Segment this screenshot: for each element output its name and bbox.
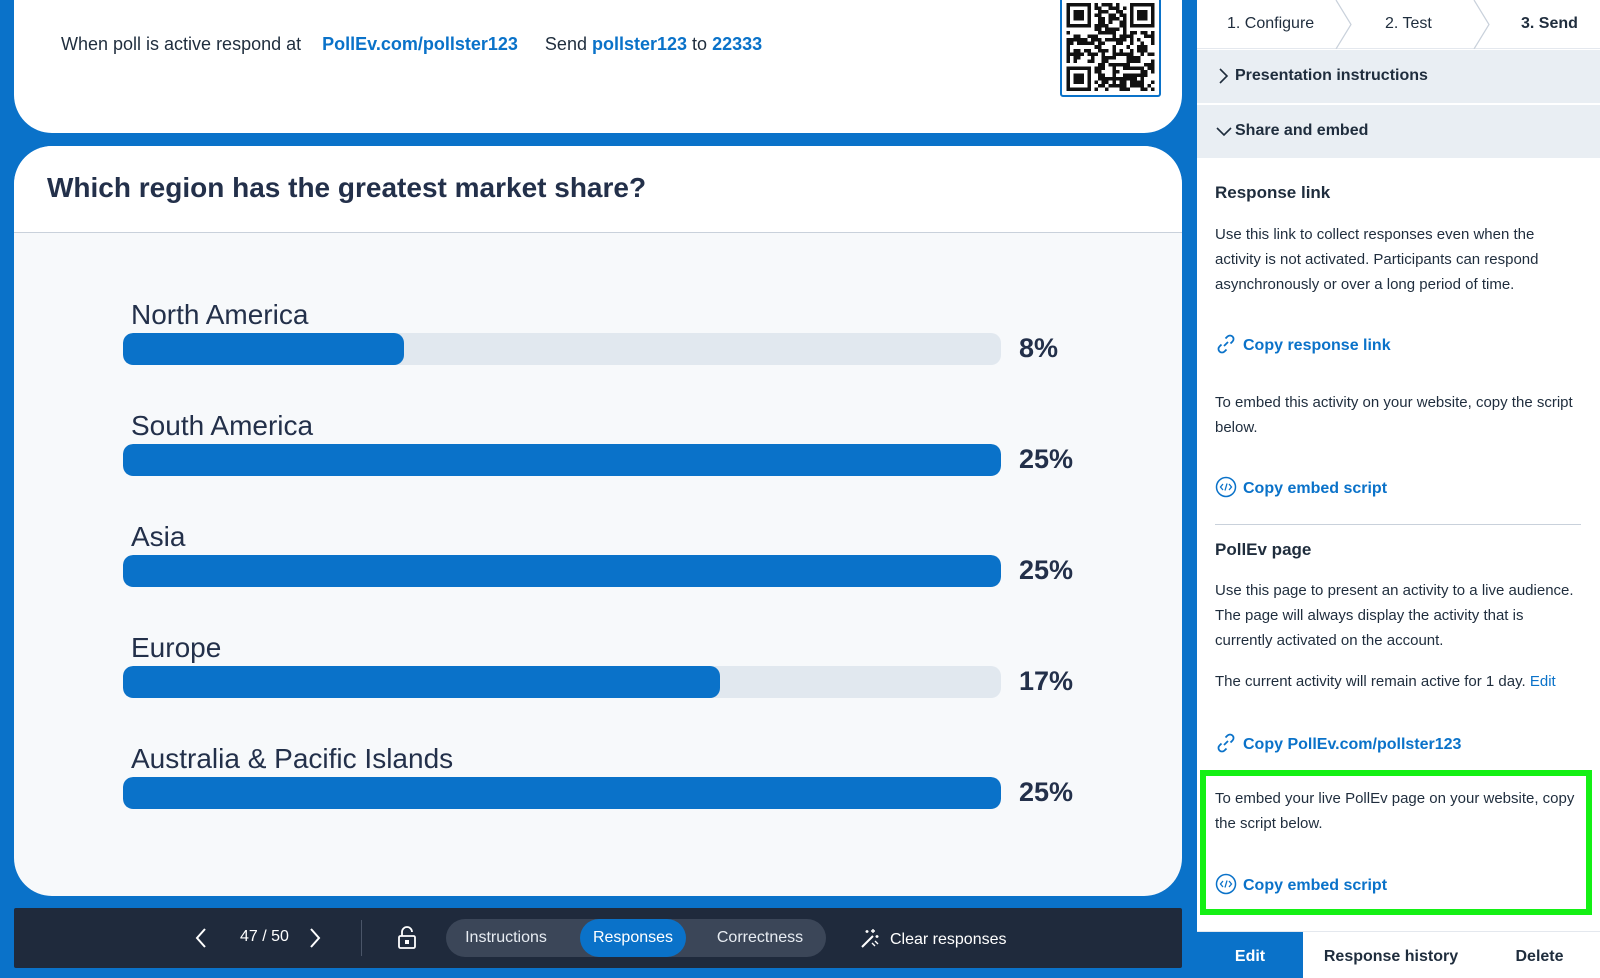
bar-fill: [123, 777, 1001, 809]
lock-icon: [398, 926, 416, 949]
join-prefix: When poll is active respond at: [61, 34, 302, 54]
copy-pollev-url-label: Copy PollEv.com/pollster123: [1243, 736, 1462, 753]
tab-instructions[interactable]: Instructions: [446, 919, 566, 957]
bar-value-label: 25%: [1019, 444, 1074, 474]
response-link-heading: Response link: [1215, 183, 1331, 202]
copy-response-link-button[interactable]: Copy response link: [1215, 333, 1391, 355]
bar-label: South America: [131, 410, 314, 441]
bar-value-label: 25%: [1019, 777, 1074, 807]
bar-track: [123, 444, 1001, 476]
tab-responses[interactable]: Responses: [580, 919, 686, 957]
bar-fill: [123, 555, 1001, 587]
copy-activity-embed-button[interactable]: Copy embed script: [1215, 476, 1387, 498]
edit-duration-link[interactable]: Edit: [1530, 673, 1556, 690]
question-card: Which region has the greatest market sha…: [14, 146, 1182, 896]
join-instructions: When poll is active respond at PollEv.co…: [61, 34, 762, 55]
bar-track: [123, 777, 1001, 809]
presentation-stage: When poll is active respond at PollEv.co…: [0, 0, 1197, 978]
presentation-instructions-label: Presentation instructions: [1235, 67, 1428, 84]
bar-row: South America 25%: [123, 410, 1083, 510]
pollev-page-description: Use this page to present an activity to …: [1215, 582, 1574, 649]
link-icon: [1217, 334, 1235, 354]
link-icon: [1217, 733, 1235, 753]
magic-wand-icon: [861, 929, 879, 948]
view-mode-segment: Instructions Responses Correctness: [446, 919, 826, 957]
bar-value-label: 25%: [1019, 555, 1074, 585]
bar-track: [123, 333, 1001, 365]
join-url: PollEv.com/pollster123: [322, 34, 518, 54]
join-instructions-card: When poll is active respond at PollEv.co…: [14, 0, 1182, 133]
bar-fill: [123, 444, 1001, 476]
presenter-toolbar: 47 / 50 Instructions Responses Correctne…: [14, 908, 1182, 968]
chevron-left-icon: [195, 928, 206, 948]
bar-label: Australia & Pacific Islands: [131, 743, 454, 774]
lock-button[interactable]: [392, 923, 422, 953]
embed-pollev-description: To embed your live PollEv page on your w…: [1215, 790, 1575, 832]
copy-pollev-embed-label: Copy embed script: [1243, 877, 1388, 894]
bar-track: [123, 555, 1001, 587]
clear-responses-button[interactable]: Clear responses: [858, 927, 1007, 949]
bar-row: North America 8%: [123, 299, 1083, 399]
step-test[interactable]: 2. Test: [1385, 15, 1432, 33]
activity-actions-bar: Edit Response history Delete: [1197, 931, 1600, 978]
bar-track: [123, 666, 1001, 698]
bar-label: Europe: [131, 632, 222, 663]
next-activity-button[interactable]: [300, 924, 328, 952]
code-icon: [1215, 873, 1237, 895]
share-and-embed-accordion[interactable]: Share and embed: [1197, 105, 1600, 159]
bar-label: North America: [131, 299, 309, 330]
embed-activity-description: To embed this activity on your website, …: [1215, 394, 1573, 436]
chevron-down-icon: [1216, 127, 1232, 137]
bar-row: Australia & Pacific Islands 25%: [123, 743, 1083, 843]
bar-value-label: 17%: [1019, 666, 1074, 696]
response-link-description: Use this link to collect responses even …: [1215, 226, 1539, 293]
pollev-page-heading: PollEv page: [1215, 540, 1312, 559]
join-number: 22333: [712, 34, 763, 54]
bar-fill: [123, 666, 721, 698]
join-send-word: Send: [544, 34, 587, 54]
bar-row: Europe 17%: [123, 632, 1083, 732]
step-separator-icon: [1335, 0, 1352, 49]
delete-button[interactable]: Delete: [1479, 932, 1600, 978]
bar-fill: [123, 333, 404, 365]
clear-responses-label: Clear responses: [890, 931, 1007, 948]
section-divider: [1215, 524, 1581, 525]
step-send[interactable]: 3. Send: [1521, 15, 1578, 33]
join-keyword: pollster123: [591, 34, 688, 54]
code-icon: [1215, 476, 1237, 498]
response-history-button[interactable]: Response history: [1303, 932, 1479, 978]
step-tabs: 1. Configure 2. Test 3. Send: [1197, 0, 1600, 49]
qr-code: [1060, 0, 1161, 97]
question-title: Which region has the greatest market sha…: [47, 172, 647, 203]
join-to-word: to: [692, 34, 708, 54]
share-and-embed-label: Share and embed: [1235, 122, 1369, 139]
copy-pollev-embed-button[interactable]: Copy embed script: [1215, 873, 1387, 895]
bar-row: Asia 25%: [123, 521, 1083, 621]
activity-sidebar: 1. Configure 2. Test 3. Send Presentatio…: [1197, 0, 1600, 978]
bar-label: Asia: [131, 521, 186, 552]
edit-button[interactable]: Edit: [1197, 932, 1303, 978]
prev-activity-button[interactable]: [188, 924, 216, 952]
step-separator-icon: [1473, 0, 1490, 49]
page-counter: 47 / 50: [240, 928, 289, 945]
copy-response-link-label: Copy response link: [1243, 337, 1391, 354]
tab-correctness[interactable]: Correctness: [700, 919, 820, 957]
toolbar-divider: [361, 920, 362, 956]
chevron-right-icon: [1219, 68, 1229, 84]
step-configure[interactable]: 1. Configure: [1227, 15, 1314, 33]
copy-activity-embed-label: Copy embed script: [1243, 480, 1388, 497]
copy-pollev-url-button[interactable]: Copy PollEv.com/pollster123: [1215, 732, 1461, 754]
active-duration-text: The current activity will remain active …: [1215, 669, 1577, 694]
qr-code-icon: [1066, 3, 1155, 91]
chevron-right-icon: [310, 928, 321, 948]
presentation-instructions-accordion[interactable]: Presentation instructions: [1197, 50, 1600, 104]
bar-value-label: 8%: [1019, 333, 1059, 363]
active-duration-label: The current activity will remain active …: [1215, 673, 1526, 690]
